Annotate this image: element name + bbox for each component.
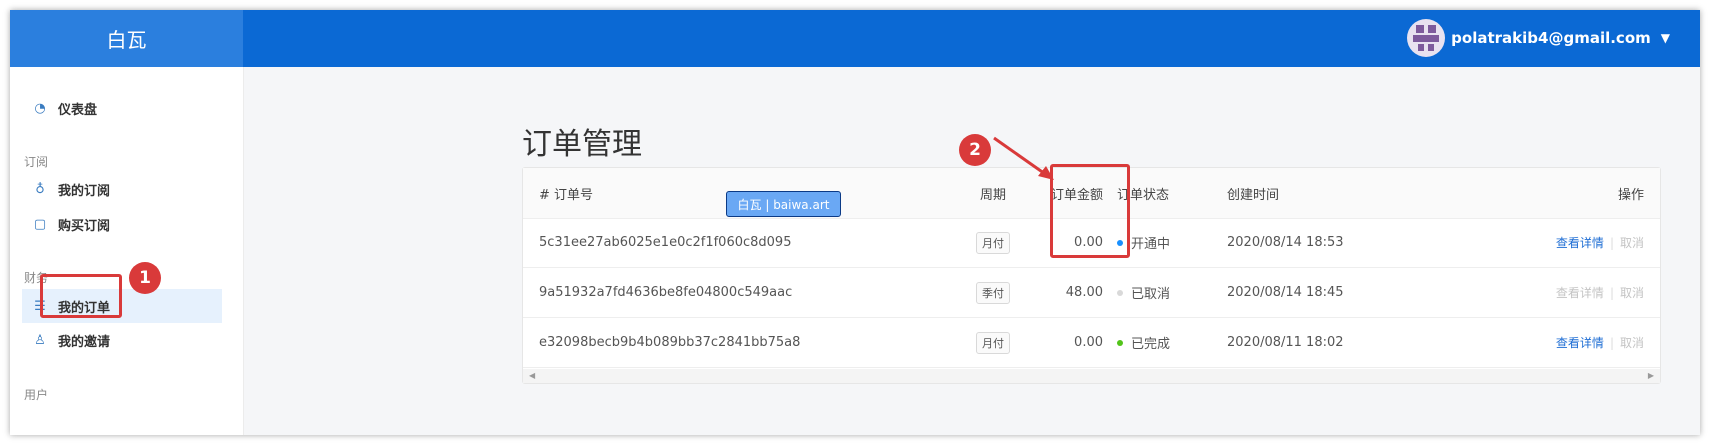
status-text: 已取消 [1131,287,1171,302]
status-text: 已完成 [1131,337,1171,352]
created-time: 2020/08/14 18:45 [1227,285,1344,300]
status-cell: 已完成 [1117,318,1170,367]
divider: | [1609,335,1614,350]
table-row: 9a51932a7fd4636be8fe04800c549aac 季付 48.0… [523,268,1660,318]
highlight-box-orders [40,274,122,318]
sidebar-item-label: 我的订阅 [58,183,111,199]
sidebar-item-label: 购买订阅 [58,218,111,234]
step-badge-1: 1 [129,262,161,294]
sidebar-item-label: 我的邀请 [58,334,111,350]
order-amount: 0.00 [1074,335,1103,350]
chevron-down-icon[interactable]: ▼ [1661,31,1670,45]
status-dot [1117,339,1123,346]
ops-cell: 查看详情 | 取消 [1556,318,1644,367]
order-id: 9a51932a7fd4636be8fe04800c549aac [539,285,793,300]
cancel-link[interactable]: 取消 [1620,334,1644,351]
cancel-link[interactable]: 取消 [1620,234,1644,251]
top-header: 白瓦 polatrakib4@gmail.com ▼ [10,10,1700,67]
view-details-link[interactable]: 查看详情 [1556,234,1604,251]
user-menu[interactable]: polatrakib4@gmail.com ▼ [1407,18,1670,58]
sidebar-group-user: 用户 [24,388,49,402]
sidebar-item-dashboard[interactable]: ◔ 仪表盘 [22,91,222,125]
divider: | [1609,235,1614,250]
period-tag: 月付 [976,231,1010,254]
period-tag: 季付 [976,281,1010,304]
main-content: 订单管理 # 订单号 周期 订单金额 订单状态 创建时间 操作 5c31ee27… [244,67,1700,435]
dashboard-icon: ◔ [34,100,46,116]
highlight-box-status [1050,164,1130,258]
horizontal-scrollbar[interactable]: ◀ ▶ [523,369,1660,383]
rocket-icon: ♁ [35,181,45,197]
clipboard-icon: ▢ [33,216,47,232]
header-created: 创建时间 [1227,187,1280,203]
period-cell: 季付 [963,268,1023,317]
order-amount: 48.00 [1065,285,1103,300]
status-cell: 已取消 [1117,268,1170,317]
status-dot [1117,289,1123,296]
scroll-right-icon[interactable]: ▶ [1648,371,1654,380]
created-time: 2020/08/11 18:02 [1227,335,1344,350]
view-details-link[interactable]: 查看详情 [1556,334,1604,351]
period-cell: 月付 [963,318,1023,367]
period-cell: 月付 [963,218,1023,267]
status-text: 开通中 [1131,237,1171,252]
sidebar-item-buy-subscription[interactable]: ▢ 购买订阅 [22,207,222,241]
app-window: 白瓦 polatrakib4@gmail.com ▼ ◔ 仪表盘 订阅 ♁ 我的… [10,10,1700,435]
view-details-link[interactable]: 查看详情 [1556,284,1604,301]
divider: | [1609,285,1614,300]
table-row: e32098becb9b4b089bb37c2841bb75a8 月付 0.00… [523,318,1660,368]
order-id: 5c31ee27ab6025e1e0c2f1f060c8d095 [539,235,792,250]
cancel-link[interactable]: 取消 [1620,284,1644,301]
step-badge-2: 2 [959,134,991,166]
sidebar-item-my-invites[interactable]: ♙ 我的邀请 [22,323,222,357]
sidebar-item-label: 仪表盘 [58,102,98,118]
order-id: e32098becb9b4b089bb37c2841bb75a8 [539,335,801,350]
user-add-icon: ♙ [34,332,46,348]
user-email: polatrakib4@gmail.com [1451,29,1651,47]
header-ops: 操作 [1617,187,1644,203]
sidebar: ◔ 仪表盘 订阅 ♁ 我的订阅 ▢ 购买订阅 财务 ☰ 我的订单 ♙ 我的邀请 … [10,67,244,435]
user-avatar [1407,19,1446,57]
period-tag: 月付 [976,331,1010,354]
page-title: 订单管理 [522,127,642,162]
sidebar-item-my-subscription[interactable]: ♁ 我的订阅 [22,172,222,206]
scroll-left-icon[interactable]: ◀ [529,371,535,380]
ops-cell: 查看详情 | 取消 [1556,218,1644,267]
header-order-id: # 订单号 [539,187,594,203]
watermark: 白瓦 | baiwa.art [726,191,841,217]
app-logo[interactable]: 白瓦 [10,10,243,67]
created-time: 2020/08/14 18:53 [1227,235,1344,250]
ops-cell: 查看详情 | 取消 [1556,268,1644,317]
sidebar-group-subscription: 订阅 [24,155,49,169]
arrow-icon [993,136,1054,180]
